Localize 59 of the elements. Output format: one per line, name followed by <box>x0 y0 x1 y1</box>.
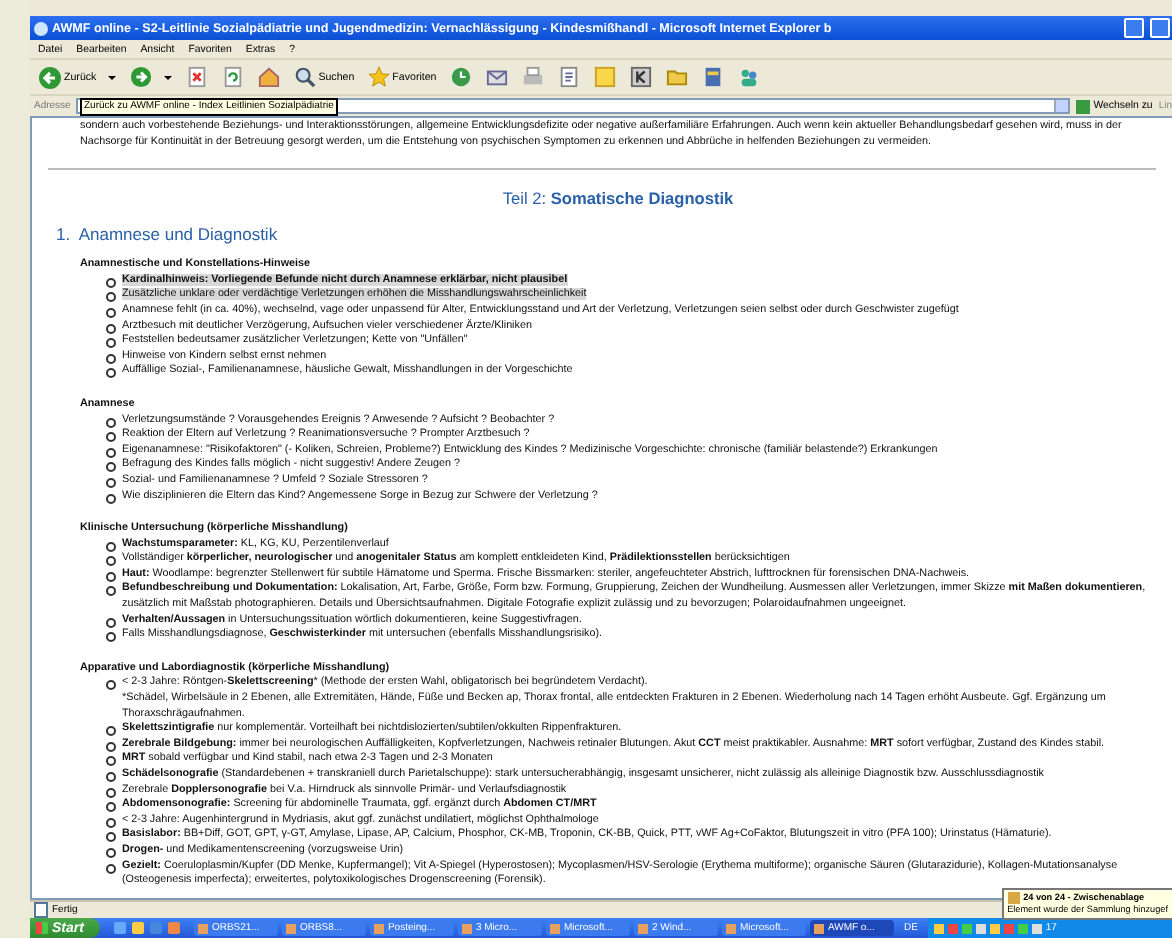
section-heading: 1. Anamnese und Diagnostik <box>56 224 280 247</box>
star-icon <box>368 66 391 88</box>
bullet-icon <box>106 802 116 813</box>
bullet-icon <box>106 741 116 752</box>
search-icon <box>294 66 317 88</box>
bullet-icon <box>106 353 116 364</box>
stop-icon[interactable] <box>186 66 209 88</box>
bullet-icon <box>106 368 116 379</box>
bullet-icon <box>106 756 116 767</box>
bullet-icon <box>106 323 116 334</box>
bullet-icon <box>106 817 116 828</box>
maximize-button[interactable] <box>1150 18 1170 38</box>
clock-icon[interactable] <box>450 66 473 88</box>
bullet-icon <box>106 863 116 874</box>
refresh-icon[interactable] <box>222 66 245 88</box>
bullet-icon <box>106 586 116 597</box>
k-icon[interactable] <box>630 66 653 88</box>
app-icon <box>813 923 824 933</box>
bullet-icon <box>106 617 116 628</box>
bullet-icon <box>106 477 116 488</box>
bullet-icon <box>106 556 116 567</box>
app-icon <box>197 923 208 933</box>
bullet-icon <box>106 680 116 691</box>
bullet-icon <box>106 847 116 858</box>
bullet-icon <box>106 787 116 798</box>
bullet-icon <box>106 493 116 503</box>
forward-icon[interactable] <box>130 66 153 88</box>
bullet-icon <box>106 432 116 443</box>
bullet-icon <box>106 338 116 349</box>
bullet-icon <box>106 632 116 643</box>
home-icon[interactable] <box>258 66 281 88</box>
bullet-icon <box>106 447 116 458</box>
app-icon <box>725 923 736 933</box>
document-icon[interactable] <box>558 66 581 88</box>
mail-icon[interactable] <box>486 66 509 88</box>
bullet-icon <box>106 772 116 782</box>
bullet-icon <box>106 417 116 428</box>
bullet-icon <box>106 571 116 582</box>
part-heading: Teil 2: Somatische Diagnostik <box>500 188 736 211</box>
back-icon <box>38 65 62 89</box>
book-icon[interactable] <box>702 66 725 88</box>
bullet-icon <box>106 541 116 552</box>
globe-icon <box>34 21 48 35</box>
printer-icon[interactable] <box>522 66 545 88</box>
folder-icon[interactable] <box>666 66 689 88</box>
bullet-icon <box>106 726 116 737</box>
bullet-icon <box>106 832 116 843</box>
bullet-icon <box>106 307 116 318</box>
app-icon <box>637 923 648 933</box>
people-icon[interactable] <box>738 66 761 88</box>
minimize-button[interactable] <box>1124 18 1144 38</box>
bullet-icon <box>106 292 116 303</box>
app-icon <box>461 923 472 933</box>
note-icon[interactable] <box>594 66 617 88</box>
app-icon <box>549 923 560 933</box>
app-icon <box>373 923 384 933</box>
app-icon <box>285 923 296 933</box>
bullet-icon <box>106 277 116 288</box>
bullet-icon <box>106 462 116 473</box>
